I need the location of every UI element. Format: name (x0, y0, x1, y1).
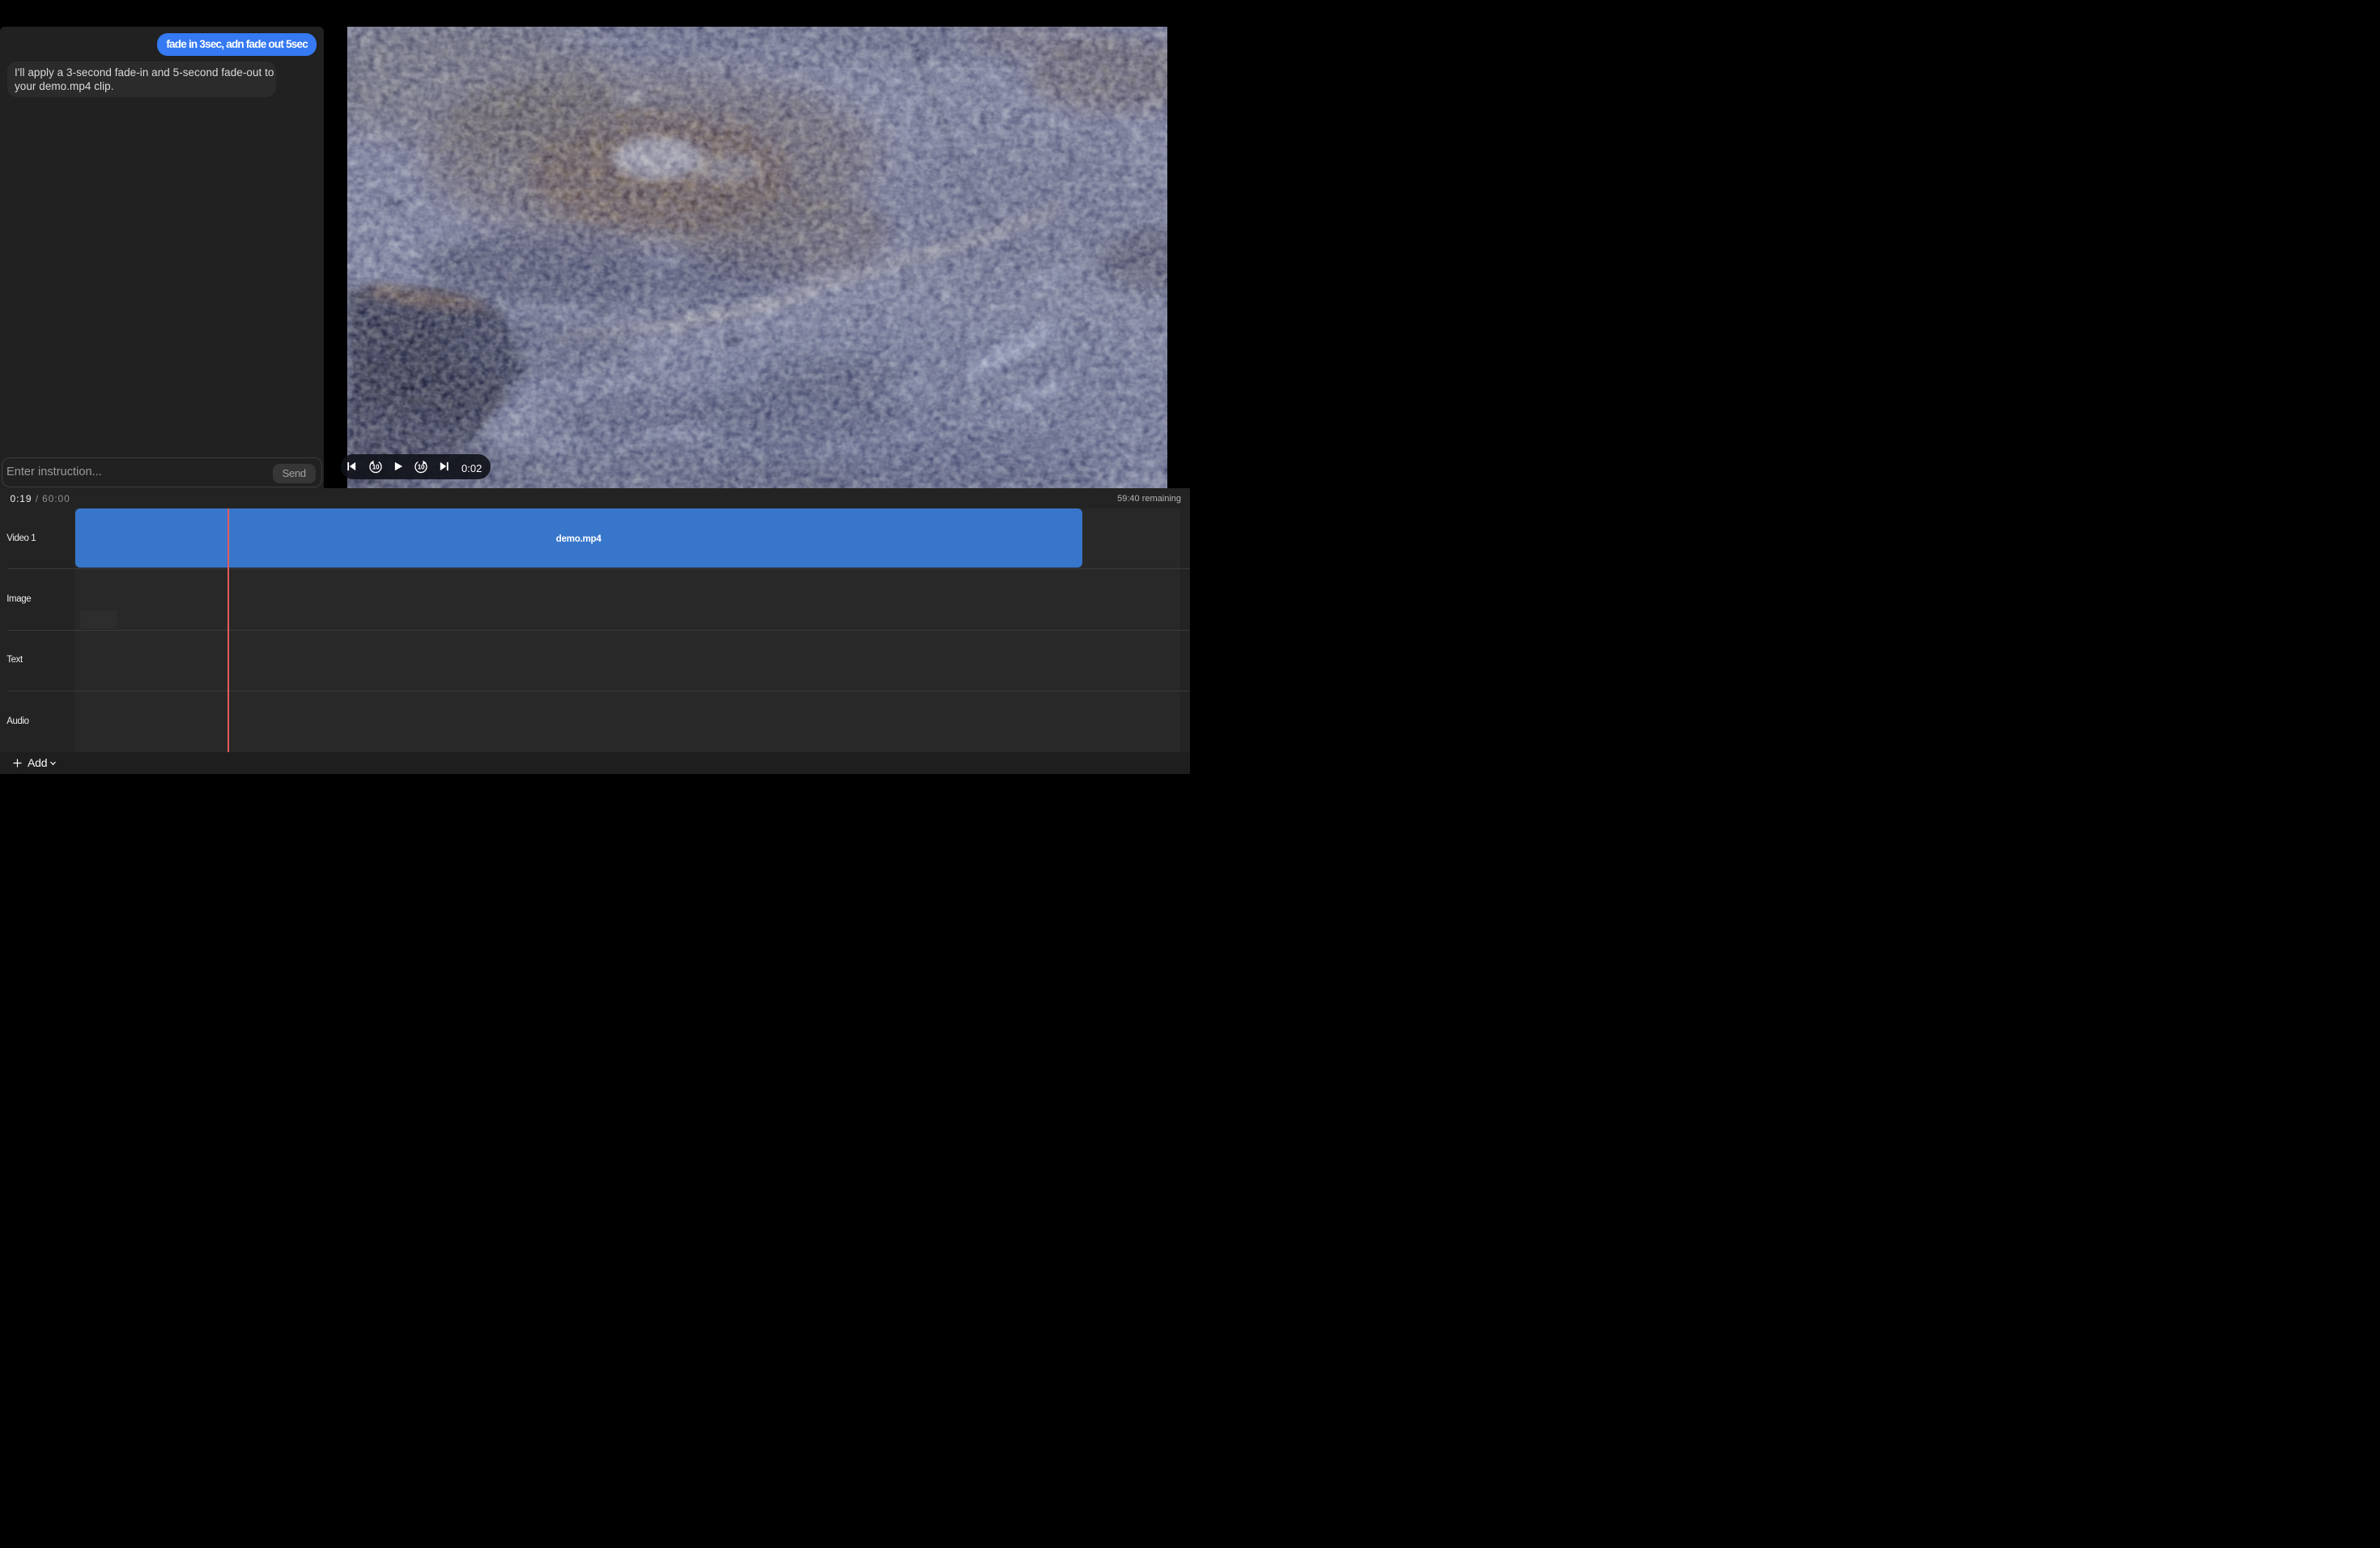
svg-text:10: 10 (418, 464, 425, 471)
svg-text:10: 10 (372, 464, 380, 471)
